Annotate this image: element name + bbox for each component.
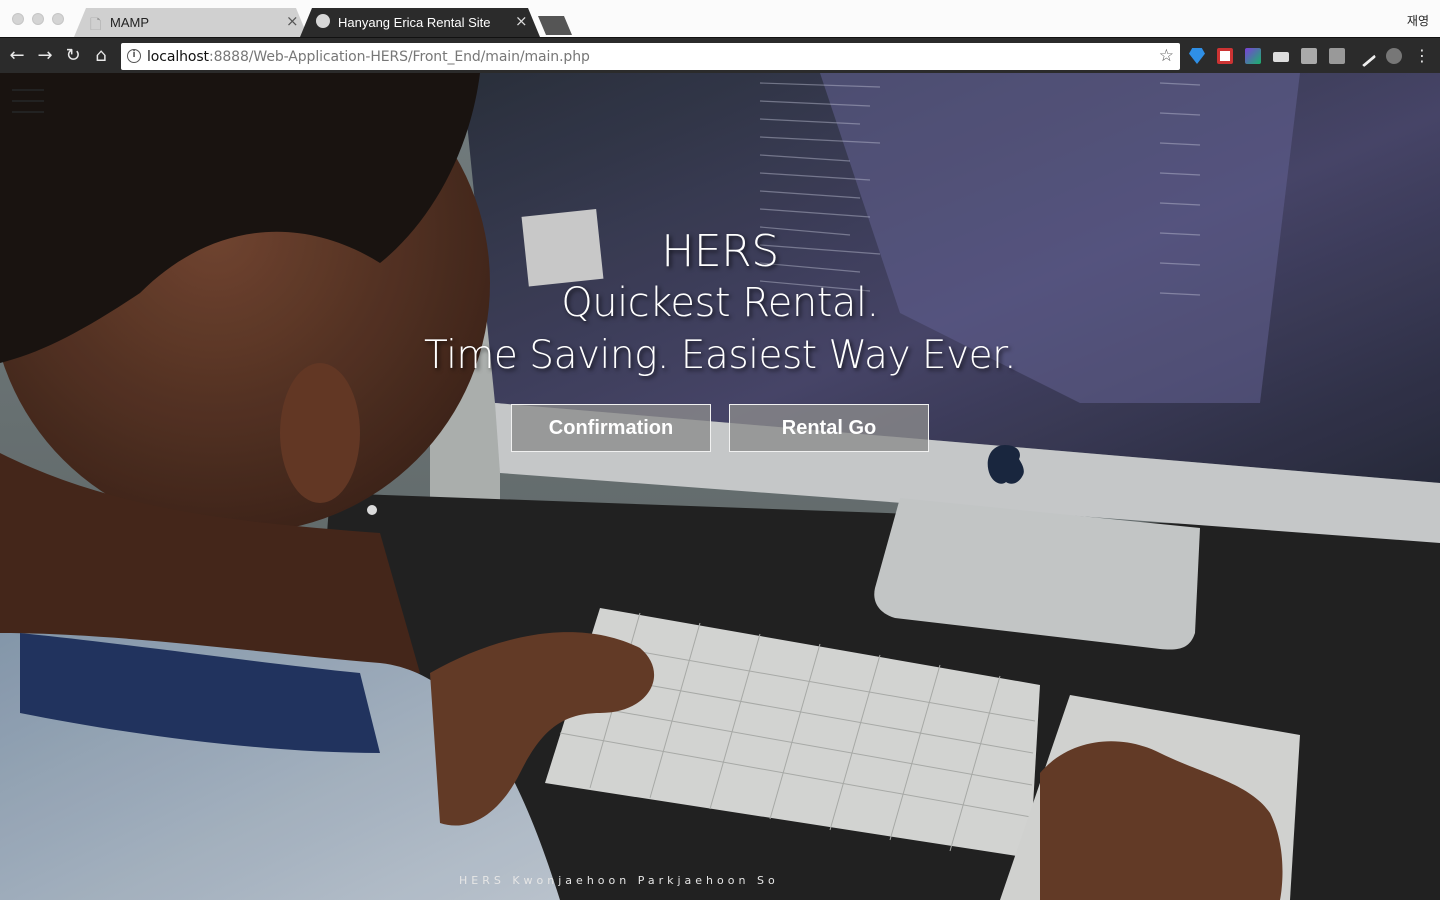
confirmation-button[interactable]: Confirmation	[511, 404, 711, 452]
favicon-icon	[316, 14, 330, 28]
color-extension-icon[interactable]	[1245, 48, 1261, 64]
new-tab-button[interactable]	[536, 8, 574, 37]
browser-tab-bar: 🗋 MAMP × Hanyang Erica Rental Site × 재영	[0, 0, 1440, 37]
hero-section: HERS Quickest Rental. Time Saving. Easie…	[0, 73, 1440, 900]
forward-icon[interactable]: →	[34, 45, 56, 67]
hero-title: HERS	[661, 226, 779, 277]
new-tab-icon	[538, 16, 572, 35]
hero-background-photo	[0, 73, 1440, 900]
tab-mamp[interactable]: 🗋 MAMP ×	[74, 8, 308, 37]
diamond-extension-icon[interactable]	[1189, 48, 1205, 64]
address-bar[interactable]: i localhost:8888/Web-Application-HERS/Fr…	[121, 43, 1180, 70]
home-icon[interactable]: ⌂	[90, 45, 112, 67]
close-icon[interactable]: ×	[286, 14, 299, 29]
reload-icon[interactable]: ↻	[62, 45, 84, 67]
keyboard-extension-icon[interactable]	[1273, 52, 1289, 62]
browser-toolbar: ← → ↻ ⌂ i localhost:8888/Web-Application…	[0, 37, 1440, 73]
window-minimize-button[interactable]	[32, 13, 44, 25]
tab-title: MAMP	[110, 15, 149, 30]
back-icon[interactable]: ←	[6, 45, 28, 67]
info-icon[interactable]: i	[127, 49, 141, 63]
footer-credit: HERS Kwonjaehoon Parkjaehoon So	[459, 874, 779, 887]
text-extension-icon[interactable]	[1329, 48, 1345, 64]
bookmark-star-icon[interactable]: ☆	[1159, 46, 1174, 66]
globe-extension-icon[interactable]	[1386, 48, 1402, 64]
profile-name[interactable]: 재영	[1407, 12, 1429, 29]
url-host: localhost	[147, 49, 209, 65]
hamburger-line	[12, 100, 44, 102]
hero-subtitle: Quickest Rental.	[561, 280, 879, 326]
window-close-button[interactable]	[12, 13, 24, 25]
tab-title: Hanyang Erica Rental Site	[338, 15, 491, 30]
info-extension-icon[interactable]	[1301, 48, 1317, 64]
record-extension-icon[interactable]	[1217, 48, 1233, 64]
menu-toggle-button[interactable]	[12, 87, 44, 117]
url-text: localhost:8888/Web-Application-HERS/Fron…	[147, 49, 590, 65]
url-path: :8888/Web-Application-HERS/Front_End/mai…	[208, 49, 590, 65]
hero-tagline: Time Saving. Easiest Way Ever.	[423, 333, 1017, 378]
hamburger-line	[12, 111, 44, 113]
menu-dots-icon[interactable]: ⋮	[1411, 45, 1433, 67]
tab-hanyang-erica[interactable]: Hanyang Erica Rental Site ×	[300, 8, 540, 37]
hamburger-line	[12, 89, 44, 91]
page-icon: 🗋	[90, 16, 102, 32]
rental-go-button[interactable]: Rental Go	[729, 404, 929, 452]
brush-extension-icon[interactable]	[1353, 44, 1377, 68]
close-icon[interactable]: ×	[515, 14, 528, 29]
window-zoom-button[interactable]	[52, 13, 64, 25]
